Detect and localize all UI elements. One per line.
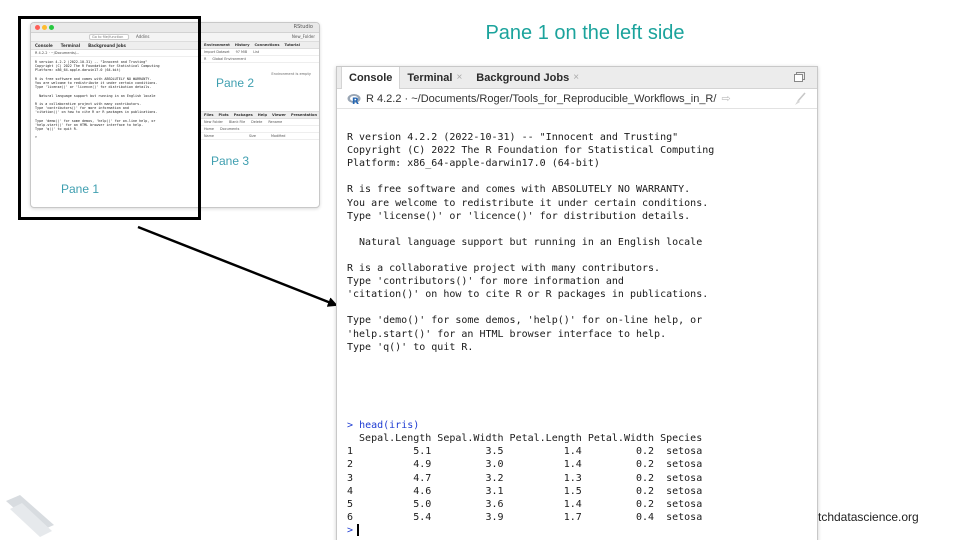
r-logo-icon: R bbox=[347, 93, 361, 105]
console-line: Copyright (C) 2022 The R Foundation for … bbox=[347, 145, 715, 157]
working-directory-path: R 4.2.2 · ~/Documents/Roger/Tools_for_Re… bbox=[366, 92, 717, 105]
close-icon[interactable]: × bbox=[573, 72, 579, 83]
console-line: R version 4.2.2 (2022-10-31) -- "Innocen… bbox=[347, 132, 679, 144]
input-line[interactable]: > bbox=[347, 524, 807, 537]
table-row: 6 5.4 3.9 1.7 0.4 setosa bbox=[347, 511, 703, 523]
tab-background-jobs[interactable]: Background Jobs × bbox=[469, 67, 586, 88]
output-rows: 1 5.1 3.5 1.4 0.2 setosa 2 4.9 3.0 1.4 0.… bbox=[347, 445, 807, 524]
close-icon[interactable]: × bbox=[456, 72, 462, 83]
console-path-bar: R R 4.2.2 · ~/Documents/Roger/Tools_for_… bbox=[337, 89, 817, 109]
console-line: Type 'license()' or 'licence()' for dist… bbox=[347, 210, 691, 222]
tab-console[interactable]: Console bbox=[341, 67, 401, 89]
startup-message: R version 4.2.2 (2022-10-31) -- "Innocen… bbox=[347, 118, 807, 419]
jhu-logo-icon bbox=[6, 495, 54, 537]
tab-console-label: Console bbox=[349, 72, 393, 84]
console-line: 'citation()' on how to cite R or R packa… bbox=[347, 289, 709, 301]
table-row: 4 4.6 3.1 1.5 0.2 setosa bbox=[347, 485, 703, 497]
console-line: Type 'demo()' for some demos, 'help()' f… bbox=[347, 315, 703, 327]
command-line: > head(iris) bbox=[347, 419, 807, 432]
console-pane: Console Terminal × Background Jobs × R R… bbox=[336, 66, 818, 540]
footer-url: tchdatascience.org bbox=[818, 510, 919, 524]
tab-terminal-label: Terminal bbox=[407, 71, 453, 84]
clear-console-icon[interactable] bbox=[793, 92, 807, 106]
console-line: Type 'contributors()' for more informati… bbox=[347, 276, 624, 288]
output-header: Sepal.Length Sepal.Width Petal.Length Pe… bbox=[347, 433, 703, 445]
console-line: R is free software and comes with ABSOLU… bbox=[347, 184, 691, 196]
maximize-pane-icon[interactable] bbox=[794, 72, 805, 82]
console-line: R is a collaborative project with many c… bbox=[347, 263, 661, 275]
input-prompt: > bbox=[347, 524, 354, 536]
go-to-directory-icon[interactable]: ⇨ bbox=[721, 92, 730, 105]
console-line: 'help.start()' for an HTML browser inter… bbox=[347, 328, 667, 340]
table-row: 1 5.1 3.5 1.4 0.2 setosa bbox=[347, 446, 703, 458]
console-line: Type 'q()' to quit R. bbox=[347, 341, 474, 353]
text-cursor bbox=[357, 524, 359, 537]
command-text: head(iris) bbox=[359, 420, 420, 432]
table-row: 2 4.9 3.0 1.4 0.2 setosa bbox=[347, 459, 703, 471]
table-row: 5 5.0 3.6 1.4 0.2 setosa bbox=[347, 498, 703, 510]
tab-background-jobs-label: Background Jobs bbox=[476, 71, 570, 84]
table-row: 3 4.7 3.2 1.3 0.2 setosa bbox=[347, 472, 703, 484]
console-line: Platform: x86_64-apple-darwin17.0 (64-bi… bbox=[347, 158, 600, 170]
svg-text:R: R bbox=[352, 97, 359, 105]
tab-terminal[interactable]: Terminal × bbox=[400, 67, 469, 88]
console-output[interactable]: R version 4.2.2 (2022-10-31) -- "Innocen… bbox=[337, 109, 817, 540]
console-line: Natural language support but running in … bbox=[347, 236, 703, 248]
console-tab-bar: Console Terminal × Background Jobs × bbox=[337, 67, 817, 89]
console-line: You are welcome to redistribute it under… bbox=[347, 197, 709, 209]
